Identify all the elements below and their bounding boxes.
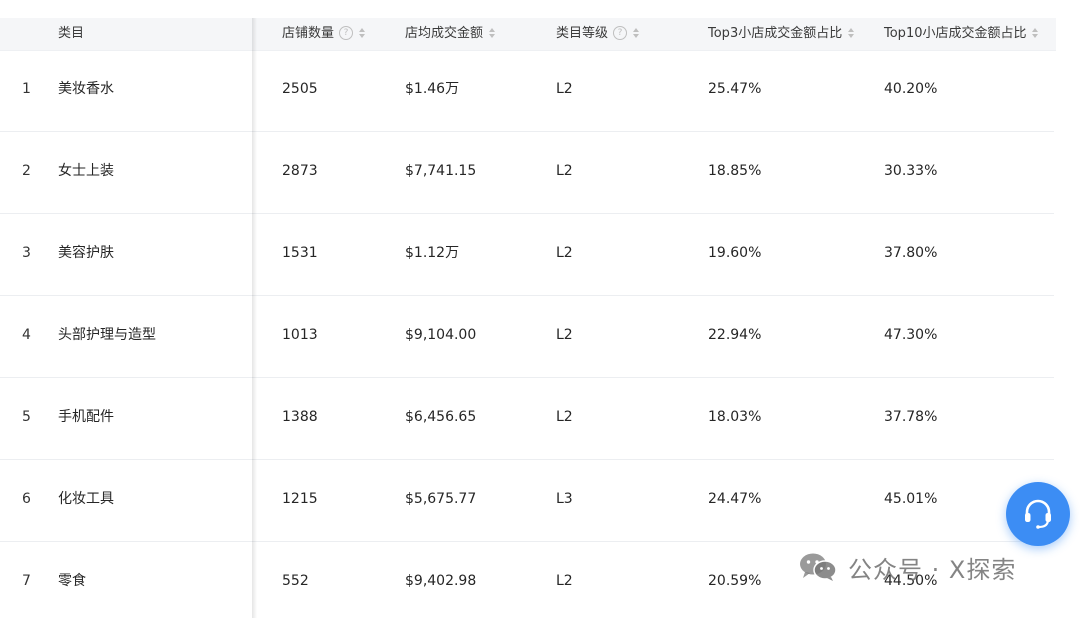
top3-share: 19.60% (708, 245, 762, 261)
help-icon[interactable]: ? (613, 25, 628, 40)
fixed-column-shadow (252, 18, 257, 618)
avg-sales: $9,104.00 (405, 327, 477, 343)
category-name: 女士上装 (58, 163, 114, 179)
table-row[interactable]: 4 头部护理与造型 1013 $9,104.00 L2 22.94% 47.30… (0, 296, 1054, 378)
header-store-count-label: 店铺数量 (282, 26, 335, 41)
category-name: 头部护理与造型 (58, 327, 156, 343)
table-row[interactable]: 5 手机配件 1388 $6,456.65 L2 18.03% 37.78% (0, 378, 1054, 460)
table-row[interactable]: 3 美容护肤 1531 $1.12万 L2 19.60% 37.80% (0, 214, 1054, 296)
header-top10-share[interactable]: Top10小店成交金额占比 (884, 18, 1039, 50)
store-count: 552 (282, 573, 309, 589)
sort-icon[interactable] (1031, 27, 1039, 39)
category-name: 化妆工具 (58, 491, 114, 507)
table-header: 类目 店铺数量? 店均成交金额 类目等级? Top3小店成交金额占比 Top10… (0, 18, 1056, 51)
table-row[interactable]: 1 美妆香水 2505 $1.46万 L2 25.47% 40.20% (0, 50, 1054, 132)
table-row[interactable]: 6 化妆工具 1215 $5,675.77 L3 24.47% 45.01% (0, 460, 1054, 542)
top10-share: 47.30% (884, 327, 938, 343)
category-level: L2 (556, 327, 573, 343)
top10-share: 37.80% (884, 245, 938, 261)
header-top10-share-label: Top10小店成交金额占比 (884, 26, 1027, 41)
category-name: 美容护肤 (58, 245, 114, 261)
category-level: L2 (556, 81, 573, 97)
store-count: 1013 (282, 327, 318, 343)
row-index: 4 (22, 327, 31, 343)
category-name: 美妆香水 (58, 81, 114, 97)
row-index: 3 (22, 245, 31, 261)
top10-share: 40.20% (884, 81, 938, 97)
watermark: 公众号 · X探索 (798, 549, 1016, 585)
table-row[interactable]: 2 女士上装 2873 $7,741.15 L2 18.85% 30.33% (0, 132, 1054, 214)
top10-share: 37.78% (884, 409, 938, 425)
header-store-count[interactable]: 店铺数量? (282, 18, 366, 50)
top3-share: 18.85% (708, 163, 762, 179)
category-name: 零食 (58, 573, 86, 589)
row-index: 1 (22, 81, 31, 97)
avg-sales: $9,402.98 (405, 573, 477, 589)
row-index: 5 (22, 409, 31, 425)
avg-sales: $6,456.65 (405, 409, 477, 425)
store-count: 2505 (282, 81, 318, 97)
top3-share: 20.59% (708, 573, 762, 589)
sort-icon[interactable] (632, 27, 640, 39)
store-count: 1531 (282, 245, 318, 261)
store-count: 1215 (282, 491, 318, 507)
category-level: L2 (556, 245, 573, 261)
category-level: L2 (556, 409, 573, 425)
category-level: L2 (556, 573, 573, 589)
avg-sales: $5,675.77 (405, 491, 477, 507)
header-top3-share[interactable]: Top3小店成交金额占比 (708, 18, 855, 50)
top3-share: 22.94% (708, 327, 762, 343)
category-name: 手机配件 (58, 409, 114, 425)
avg-sales: $1.46万 (405, 81, 460, 97)
sort-icon[interactable] (488, 27, 496, 39)
header-avg-sales[interactable]: 店均成交金额 (405, 18, 496, 50)
watermark-text: 公众号 · X探索 (848, 555, 1017, 584)
customer-support-button[interactable] (1006, 482, 1070, 546)
store-count: 1388 (282, 409, 318, 425)
header-level-label: 类目等级 (556, 26, 609, 41)
category-level: L3 (556, 491, 573, 507)
top10-share: 45.01% (884, 491, 938, 507)
row-index: 2 (22, 163, 31, 179)
headset-icon (1025, 499, 1051, 529)
row-index: 7 (22, 573, 31, 589)
sort-icon[interactable] (358, 27, 366, 39)
row-index: 6 (22, 491, 31, 507)
help-icon[interactable]: ? (339, 25, 354, 40)
avg-sales: $1.12万 (405, 245, 460, 261)
header-top3-share-label: Top3小店成交金额占比 (708, 26, 843, 41)
header-category: 类目 (58, 26, 85, 41)
avg-sales: $7,741.15 (405, 163, 477, 179)
header-avg-sales-label: 店均成交金额 (405, 26, 484, 41)
top10-share: 30.33% (884, 163, 938, 179)
store-count: 2873 (282, 163, 318, 179)
sort-icon[interactable] (847, 27, 855, 39)
top3-share: 24.47% (708, 491, 762, 507)
top3-share: 25.47% (708, 81, 762, 97)
header-level[interactable]: 类目等级? (556, 18, 640, 50)
top3-share: 18.03% (708, 409, 762, 425)
category-level: L2 (556, 163, 573, 179)
wechat-icon (800, 553, 837, 581)
